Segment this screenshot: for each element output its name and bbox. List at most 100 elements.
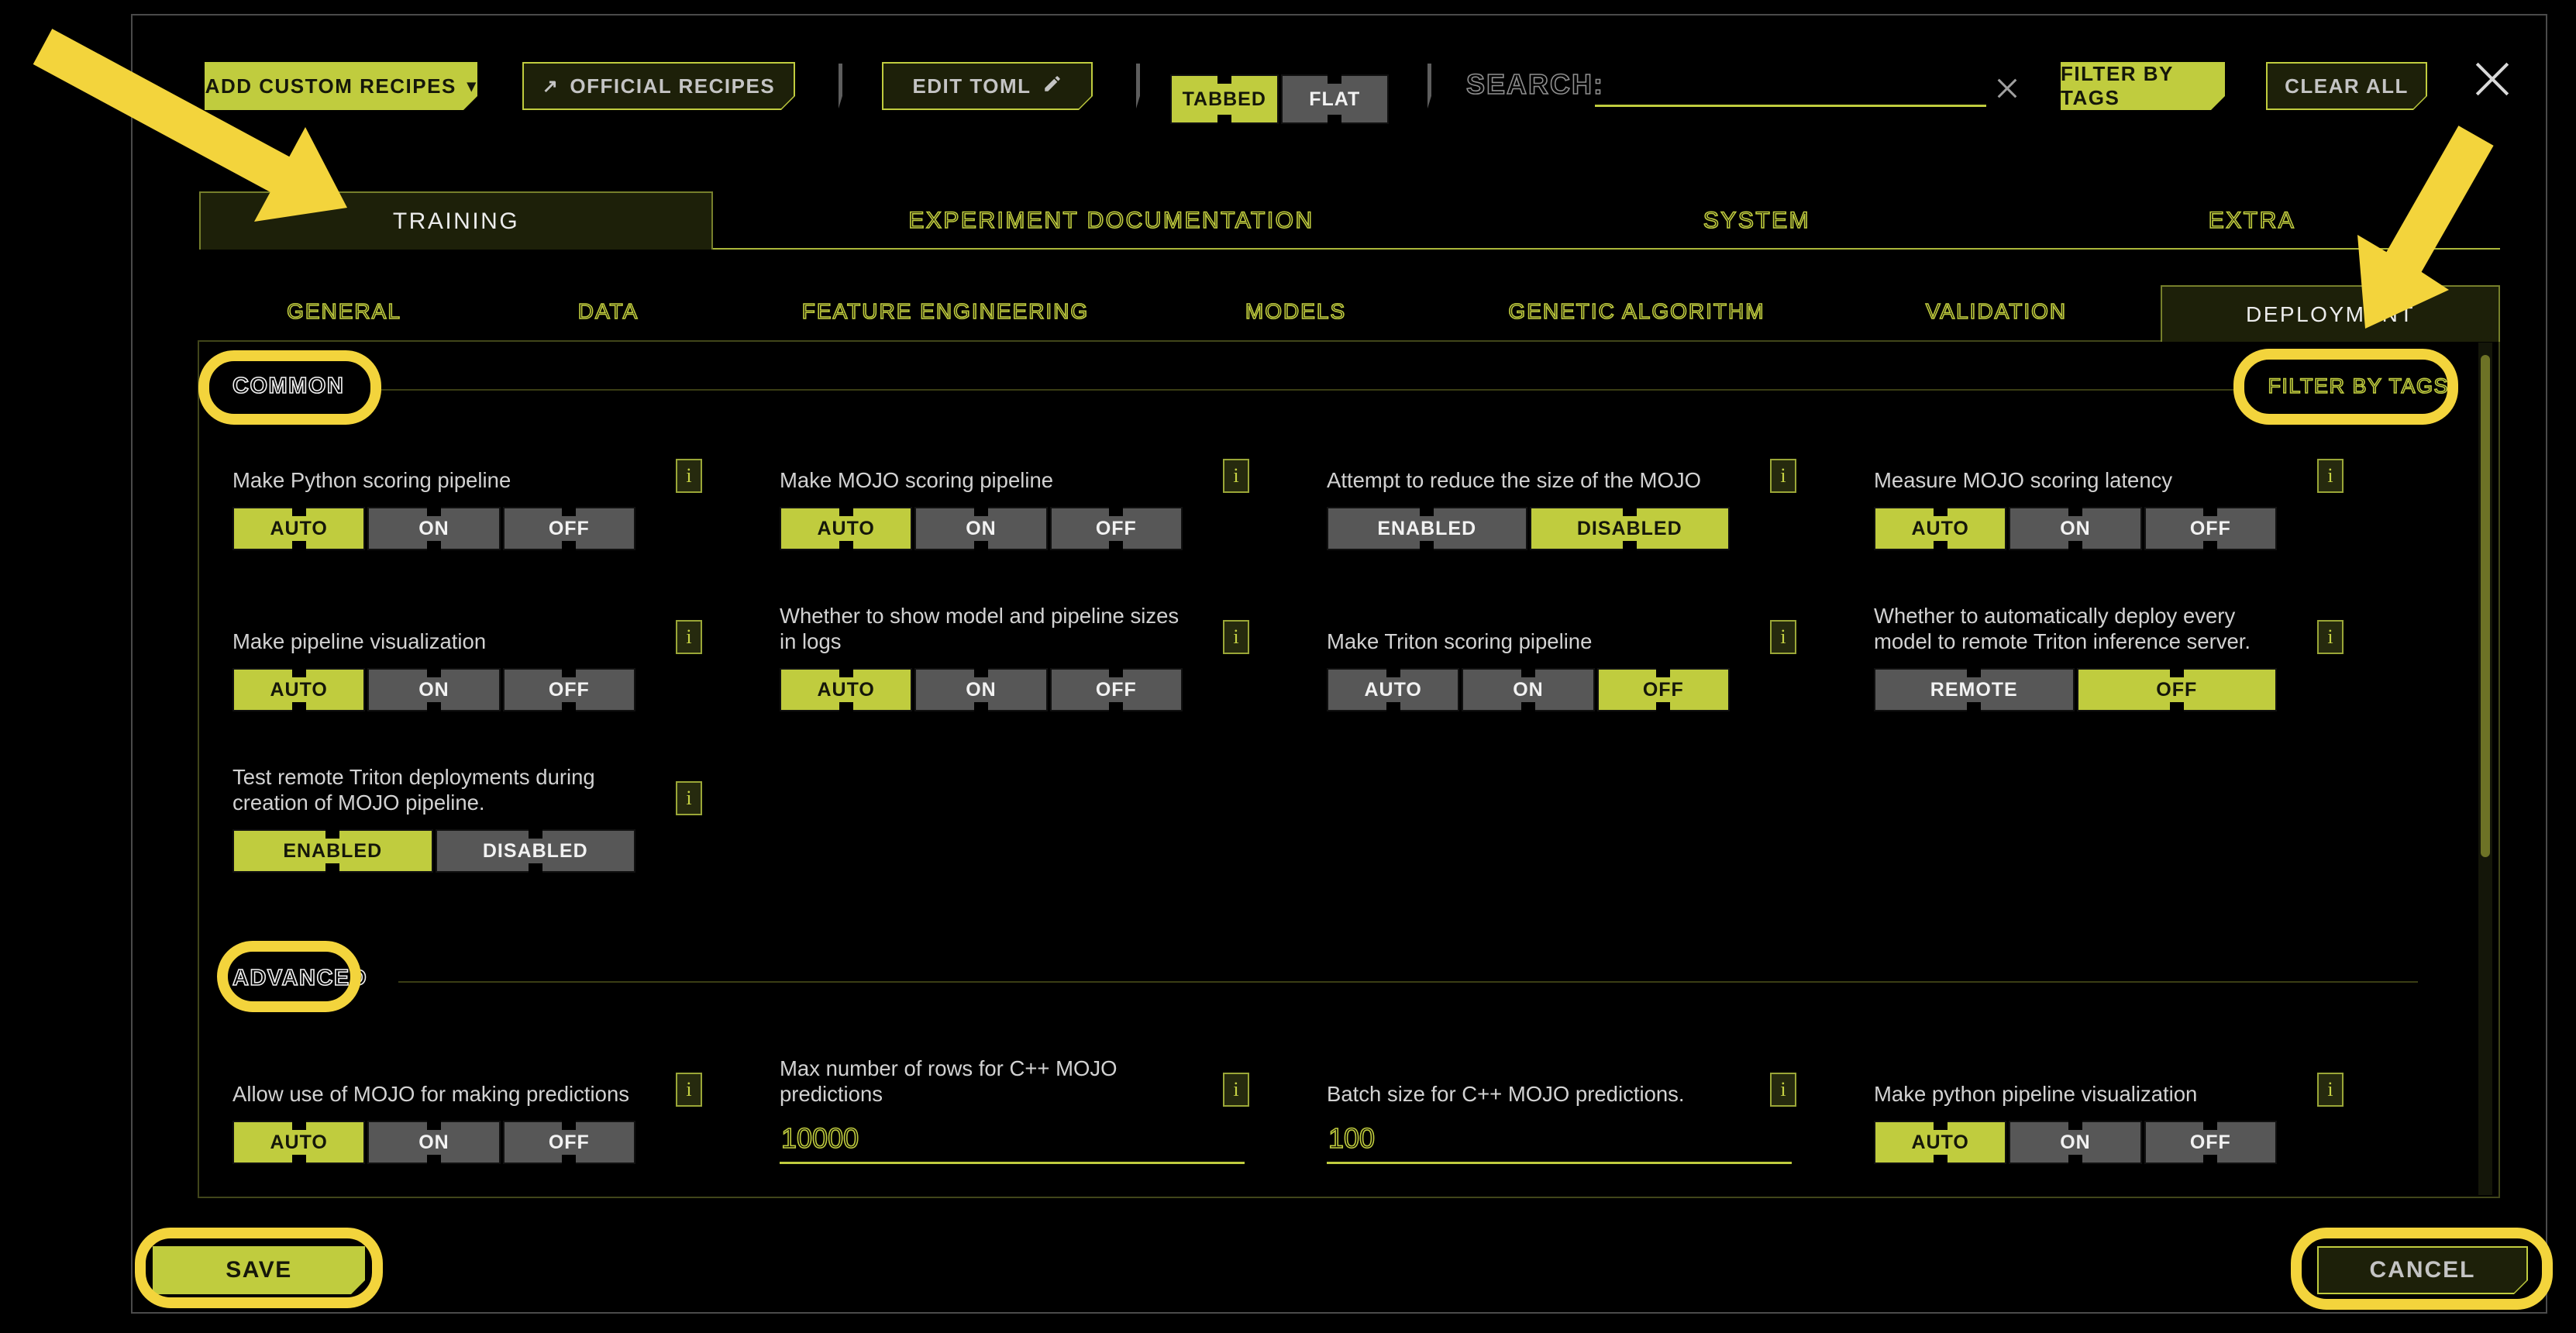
info-icon[interactable]: i (1770, 1073, 1796, 1107)
toggle-option-off[interactable]: OFF (2144, 507, 2277, 550)
view-mode-toggle: TABBEDFLAT (1170, 60, 1389, 124)
toggle-option-auto[interactable]: AUTO (232, 668, 365, 711)
toggle-group: ENABLEDDISABLED (1327, 507, 1730, 550)
info-icon[interactable]: i (1770, 459, 1796, 493)
clear-all-button[interactable]: CLEAR ALL (2266, 62, 2427, 110)
toggle-group: AUTOONOFF (1874, 1121, 2277, 1164)
toggle-option-auto[interactable]: AUTO (780, 668, 912, 711)
toggle-group: AUTOONOFF (1874, 507, 2277, 550)
panel-filter-by-tags[interactable]: FILTER BY TAGS (2268, 374, 2449, 398)
setting-cell: Measure MOJO scoring latencyiAUTOONOFF (1874, 425, 2370, 550)
tab-training-label: TRAINING (393, 208, 519, 235)
external-link-icon: ↗ (542, 75, 560, 98)
info-icon[interactable]: i (1223, 1073, 1249, 1107)
toggle-option-on[interactable]: ON (914, 668, 1047, 711)
toggle-option-flat[interactable]: FLAT (1281, 74, 1390, 124)
toggle-option-off[interactable]: OFF (503, 507, 635, 550)
setting-label: Max number of rows for C++ MOJO predicti… (780, 1056, 1201, 1107)
setting-cell: Test remote Triton deployments during cr… (232, 747, 728, 873)
clear-all-label: CLEAR ALL (2285, 74, 2409, 98)
search-input[interactable] (1595, 73, 1986, 107)
tab-validation[interactable]: VALIDATION (1880, 299, 2113, 324)
setting-label: Whether to show model and pipeline sizes… (780, 603, 1201, 654)
toggle-group: AUTOONOFF (780, 668, 1183, 711)
toggle-option-remote[interactable]: REMOTE (1874, 668, 2075, 711)
toolbar-divider (1427, 64, 1431, 108)
info-icon[interactable]: i (1770, 620, 1796, 654)
setting-label: Whether to automatically deploy every mo… (1874, 603, 2295, 654)
toggle-option-on[interactable]: ON (2009, 507, 2141, 550)
filter-by-tags-button[interactable]: FILTER BY TAGS (2061, 62, 2225, 110)
setting-number-input[interactable] (780, 1121, 1245, 1164)
tab-feature-engineering[interactable]: FEATURE ENGINEERING (790, 299, 1100, 324)
section-title: ADVANCED (232, 966, 367, 991)
setting-label-row: Allow use of MOJO for making predictions… (232, 1038, 702, 1107)
toggle-option-off[interactable]: OFF (2144, 1121, 2277, 1164)
toggle-option-auto[interactable]: AUTO (1874, 507, 2006, 550)
info-icon[interactable]: i (2317, 459, 2344, 493)
toggle-option-off[interactable]: OFF (503, 668, 635, 711)
toggle-group: AUTOONOFF (232, 1121, 635, 1164)
toggle-option-off[interactable]: OFF (1050, 507, 1183, 550)
section-header-common: COMMON FILTER BY TAGS (232, 364, 2449, 408)
toggle-option-auto[interactable]: AUTO (780, 507, 912, 550)
toggle-option-on[interactable]: ON (367, 668, 500, 711)
info-icon[interactable]: i (676, 620, 702, 654)
close-icon[interactable] (2474, 60, 2511, 98)
setting-cell: Whether to show model and pipeline sizes… (780, 586, 1276, 711)
tab-extra[interactable]: EXTRA (2136, 208, 2368, 234)
cancel-button[interactable]: CANCEL (2317, 1246, 2528, 1294)
toggle-option-auto[interactable]: AUTO (1874, 1121, 2006, 1164)
add-custom-recipes-label: ADD CUSTOM RECIPES (205, 74, 456, 98)
setting-number-input[interactable] (1327, 1121, 1792, 1164)
tab-models[interactable]: MODELS (1218, 299, 1373, 324)
toggle-option-on[interactable]: ON (367, 507, 500, 550)
toggle-option-off[interactable]: OFF (2077, 668, 2278, 711)
tab-data[interactable]: DATA (531, 299, 686, 324)
section-divider (375, 389, 2237, 391)
toggle-option-disabled[interactable]: DISABLED (436, 829, 636, 873)
toggle-option-auto[interactable]: AUTO (232, 507, 365, 550)
toggle-option-off[interactable]: OFF (503, 1121, 635, 1164)
tab-experiment-documentation[interactable]: EXPERIMENT DOCUMENTATION (879, 208, 1344, 234)
official-recipes-button[interactable]: ↗ OFFICIAL RECIPES (522, 62, 795, 110)
toggle-option-enabled[interactable]: ENABLED (1327, 507, 1527, 550)
save-button[interactable]: SAVE (153, 1246, 365, 1294)
tab-deployment-label: DEPLOYMENT (2246, 302, 2415, 327)
setting-label-row: Max number of rows for C++ MOJO predicti… (780, 1038, 1249, 1107)
info-icon[interactable]: i (1223, 459, 1249, 493)
info-icon[interactable]: i (2317, 620, 2344, 654)
setting-label-row: Whether to automatically deploy every mo… (1874, 586, 2344, 654)
toggle-option-tabbed[interactable]: TABBED (1170, 74, 1279, 124)
info-icon[interactable]: i (1223, 620, 1249, 654)
toggle-option-off[interactable]: OFF (1597, 668, 1730, 711)
toggle-option-on[interactable]: ON (914, 507, 1047, 550)
info-icon[interactable]: i (676, 781, 702, 815)
toggle-option-auto[interactable]: AUTO (232, 1121, 365, 1164)
tab-system[interactable]: SYSTEM (1641, 208, 1873, 234)
tab-deployment[interactable]: DEPLOYMENT (2161, 285, 2500, 342)
info-icon[interactable]: i (676, 459, 702, 493)
scrollbar-track (2478, 343, 2492, 1195)
scrollbar-thumb[interactable] (2481, 355, 2490, 857)
toggle-option-on[interactable]: ON (1462, 668, 1594, 711)
setting-cell: Max number of rows for C++ MOJO predicti… (780, 1038, 1276, 1164)
toggle-option-disabled[interactable]: DISABLED (1530, 507, 1731, 550)
tab-training[interactable]: TRAINING (199, 191, 713, 250)
toggle-option-enabled[interactable]: ENABLED (232, 829, 433, 873)
tab-general[interactable]: GENERAL (267, 299, 422, 324)
section-divider (398, 981, 2418, 983)
toggle-option-off[interactable]: OFF (1050, 668, 1183, 711)
info-icon[interactable]: i (676, 1073, 702, 1107)
toggle-option-auto[interactable]: AUTO (1327, 668, 1459, 711)
setting-cell: Make MOJO scoring pipelineiAUTOONOFF (780, 425, 1276, 550)
edit-toml-button[interactable]: EDIT TOML (882, 62, 1093, 110)
official-recipes-label: OFFICIAL RECIPES (570, 74, 775, 98)
clear-search-icon[interactable] (1995, 76, 2020, 101)
add-custom-recipes-button[interactable]: ADD CUSTOM RECIPES ▾ (205, 62, 477, 110)
toggle-option-on[interactable]: ON (367, 1121, 500, 1164)
tab-genetic-algorithm[interactable]: GENETIC ALGORITHM (1482, 299, 1792, 324)
info-icon[interactable]: i (2317, 1073, 2344, 1107)
toggle-option-on[interactable]: ON (2009, 1121, 2141, 1164)
setting-cell: Whether to automatically deploy every mo… (1874, 586, 2370, 711)
